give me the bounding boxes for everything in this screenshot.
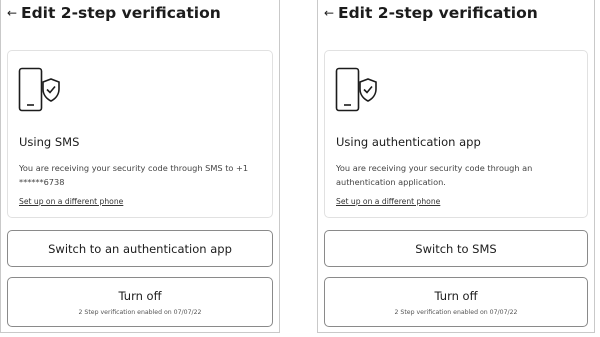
setup-different-phone-link[interactable]: Set up on a different phone — [336, 197, 440, 206]
switch-to-authentication-app-button[interactable]: Switch to an authentication app — [7, 230, 273, 267]
page-title: Edit 2-step verification — [21, 4, 221, 22]
phone-shield-check-icon — [335, 67, 377, 112]
method-title: Using authentication app — [336, 135, 481, 149]
method-title: Using SMS — [19, 135, 80, 149]
back-arrow-icon[interactable]: ← — [7, 3, 21, 23]
setup-different-phone-link[interactable]: Set up on a different phone — [19, 197, 123, 206]
verification-method-card: Using authentication app You are receivi… — [324, 50, 588, 218]
button-label: Switch to SMS — [415, 241, 497, 256]
turn-off-button[interactable]: Turn off 2 Step verification enabled on … — [324, 277, 588, 327]
header: ← Edit 2-step verification — [324, 3, 538, 23]
header: ← Edit 2-step verification — [7, 3, 221, 23]
turn-off-button[interactable]: Turn off 2 Step verification enabled on … — [7, 277, 273, 327]
enabled-date-text: 2 Step verification enabled on 07/07/22 — [394, 308, 518, 316]
sms-verification-panel: ← Edit 2-step verification Using SMS You… — [0, 0, 280, 333]
method-description: You are receiving your security code thr… — [336, 163, 533, 187]
button-label: Turn off — [434, 288, 478, 303]
back-arrow-icon[interactable]: ← — [324, 3, 338, 23]
page-title: Edit 2-step verification — [338, 4, 538, 22]
method-description: You are receiving your security code thr… — [19, 163, 249, 187]
phone-shield-check-icon — [18, 67, 60, 112]
enabled-date-text: 2 Step verification enabled on 07/07/22 — [78, 308, 202, 316]
switch-to-sms-button[interactable]: Switch to SMS — [324, 230, 588, 267]
verification-method-card: Using SMS You are receiving your securit… — [7, 50, 273, 218]
button-label: Turn off — [118, 288, 162, 303]
button-label: Switch to an authentication app — [48, 241, 232, 256]
authentication-app-verification-panel: ← Edit 2-step verification Using authent… — [317, 0, 595, 333]
